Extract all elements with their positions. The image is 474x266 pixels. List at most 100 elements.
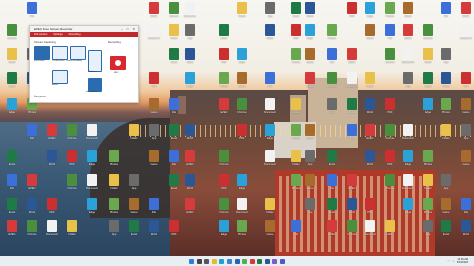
desktop-icon[interactable]: Folder — [232, 2, 252, 24]
desktop-icon[interactable]: PDF — [360, 198, 380, 220]
desktop-icon[interactable]: Word — [300, 2, 320, 24]
desktop-icon[interactable]: Chrome — [380, 174, 400, 196]
desktop-icon[interactable]: EZEC — [456, 2, 474, 24]
desktop-icon[interactable]: Excel — [322, 198, 342, 220]
start-icon[interactable] — [188, 258, 194, 264]
desktop-icon[interactable]: Folder — [104, 174, 124, 196]
desktop-icon[interactable]: PDF — [456, 72, 474, 94]
desktop-icon[interactable]: EZEC — [144, 2, 164, 24]
desktop-icon[interactable]: PDF — [380, 98, 400, 120]
desktop-icon[interactable]: EZEC — [214, 98, 234, 120]
desktop-icon[interactable]: Chrome — [62, 124, 82, 146]
excel-icon[interactable] — [257, 258, 263, 264]
desktop-icon[interactable]: Folder — [436, 124, 456, 146]
desktop-icon[interactable]: File — [144, 198, 164, 220]
desktop-icon[interactable]: PDF — [42, 198, 62, 220]
desktop-icon[interactable]: Game — [436, 198, 456, 220]
desktop-icon[interactable]: App — [300, 198, 320, 220]
desktop-icon[interactable]: EZEC — [2, 220, 22, 242]
desktop-icon[interactable]: Photos — [322, 24, 342, 46]
desktop-icon[interactable]: File — [164, 98, 184, 120]
desktop-icon[interactable]: Document — [398, 48, 418, 70]
desktop-icon[interactable]: Excel — [418, 72, 438, 94]
clock[interactable]: 12:09 AM 5/19/2023 — [457, 258, 468, 264]
desktop-icon[interactable]: Edge — [2, 98, 22, 120]
desktop-icon[interactable]: Document — [260, 150, 280, 172]
desktop-icon[interactable]: Edge — [82, 198, 102, 220]
desktop-icon[interactable]: App — [124, 174, 144, 196]
desktop-icon[interactable]: File — [380, 24, 400, 46]
desktop-icon[interactable]: App — [322, 98, 342, 120]
desktop-icon[interactable]: Chrome — [418, 24, 438, 46]
desktop-icon[interactable]: Game — [300, 48, 320, 70]
banner-item[interactable]: Settings — [53, 33, 62, 36]
desktop-icon[interactable]: Folder — [2, 48, 22, 70]
desktop-icon[interactable]: Word — [180, 48, 200, 70]
desktop-icon[interactable]: File — [2, 174, 22, 196]
desktop-icon[interactable]: Game — [232, 72, 252, 94]
desktop-icon[interactable]: Document — [232, 198, 252, 220]
ezec-icon[interactable] — [249, 258, 255, 264]
mode-full-screen[interactable] — [34, 46, 50, 60]
desktop-icon[interactable]: Word — [360, 98, 380, 120]
photos-icon[interactable] — [272, 258, 278, 264]
desktop-icon[interactable]: File — [22, 124, 42, 146]
desktop-icon[interactable]: Chrome — [22, 220, 42, 242]
desktop-icon[interactable]: Document — [398, 174, 418, 196]
desktop-icon[interactable]: Chrome — [2, 24, 22, 46]
desktop-icon[interactable]: Folder — [286, 98, 306, 120]
desktop-icon[interactable]: Game — [360, 24, 380, 46]
desktop-icon[interactable]: Photos — [214, 72, 234, 94]
taskview-icon[interactable] — [204, 258, 210, 264]
desktop-icon[interactable]: App — [260, 2, 280, 24]
desktop-icon[interactable]: App — [418, 220, 438, 242]
desktop-icon[interactable]: EZEC — [42, 124, 62, 146]
desktop-icon[interactable]: EZEC — [398, 24, 418, 46]
desktop-icon[interactable]: Folder — [380, 220, 400, 242]
desktop-icon[interactable]: Document — [456, 24, 474, 46]
desktop-icon[interactable]: Chrome — [232, 98, 252, 120]
chrome-icon[interactable] — [242, 258, 248, 264]
desktop-icon[interactable]: EZEC — [342, 48, 362, 70]
desktop-icon[interactable]: Game — [144, 98, 164, 120]
desktop-icon[interactable]: EZEC — [322, 220, 342, 242]
banner-item[interactable]: Recording — [69, 33, 81, 36]
mail-icon[interactable] — [234, 258, 240, 264]
desktop-icon[interactable]: File — [342, 124, 362, 146]
desktop-icon[interactable]: Word — [42, 150, 62, 172]
desktop-icon[interactable]: Game — [300, 174, 320, 196]
desktop-icon[interactable]: PDF — [164, 220, 184, 242]
desktop-icon[interactable]: Document — [82, 174, 102, 196]
desktop-icon[interactable]: Chrome — [62, 174, 82, 196]
desktop-icon[interactable]: Word — [360, 150, 380, 172]
desktop-icon[interactable]: App — [456, 124, 474, 146]
desktop-icon[interactable]: App — [144, 124, 164, 146]
desktop-icon[interactable]: Document — [180, 2, 200, 24]
desktop-icon[interactable]: Game — [144, 150, 164, 172]
desktop-icon[interactable]: Photos — [104, 198, 124, 220]
banner-item[interactable]: Full version — [34, 33, 47, 36]
desktop-icon[interactable]: EZEC — [180, 150, 200, 172]
desktop-icon[interactable]: File — [22, 2, 42, 24]
store-icon[interactable] — [226, 258, 232, 264]
mode-screenshot[interactable] — [88, 78, 102, 92]
desktop-icon[interactable]: Document — [260, 98, 280, 120]
desktop-icon[interactable]: Chrome — [214, 150, 234, 172]
desktop-icon[interactable]: PDF — [144, 72, 164, 94]
desktop-icon[interactable]: EZEC — [22, 174, 42, 196]
desktop-icon[interactable]: File — [436, 2, 456, 24]
desktop-icon[interactable]: Game — [456, 98, 474, 120]
search-icon[interactable] — [196, 258, 202, 264]
desktop-icon[interactable]: App — [436, 48, 456, 70]
desktop-icon[interactable]: Excel — [124, 220, 144, 242]
explorer-icon[interactable] — [211, 258, 217, 264]
mode-custom-area[interactable] — [52, 46, 68, 60]
desktop-icon[interactable]: Word — [180, 124, 200, 146]
minimize-button[interactable]: – — [121, 27, 123, 31]
mode-game[interactable] — [70, 46, 86, 60]
desktop-icon[interactable]: Game — [398, 2, 418, 24]
record-button[interactable] — [110, 56, 126, 70]
desktop-icon[interactable]: Word — [22, 198, 42, 220]
desktop-icon[interactable]: PDF — [214, 48, 234, 70]
desktop-icon[interactable]: Game — [124, 198, 144, 220]
